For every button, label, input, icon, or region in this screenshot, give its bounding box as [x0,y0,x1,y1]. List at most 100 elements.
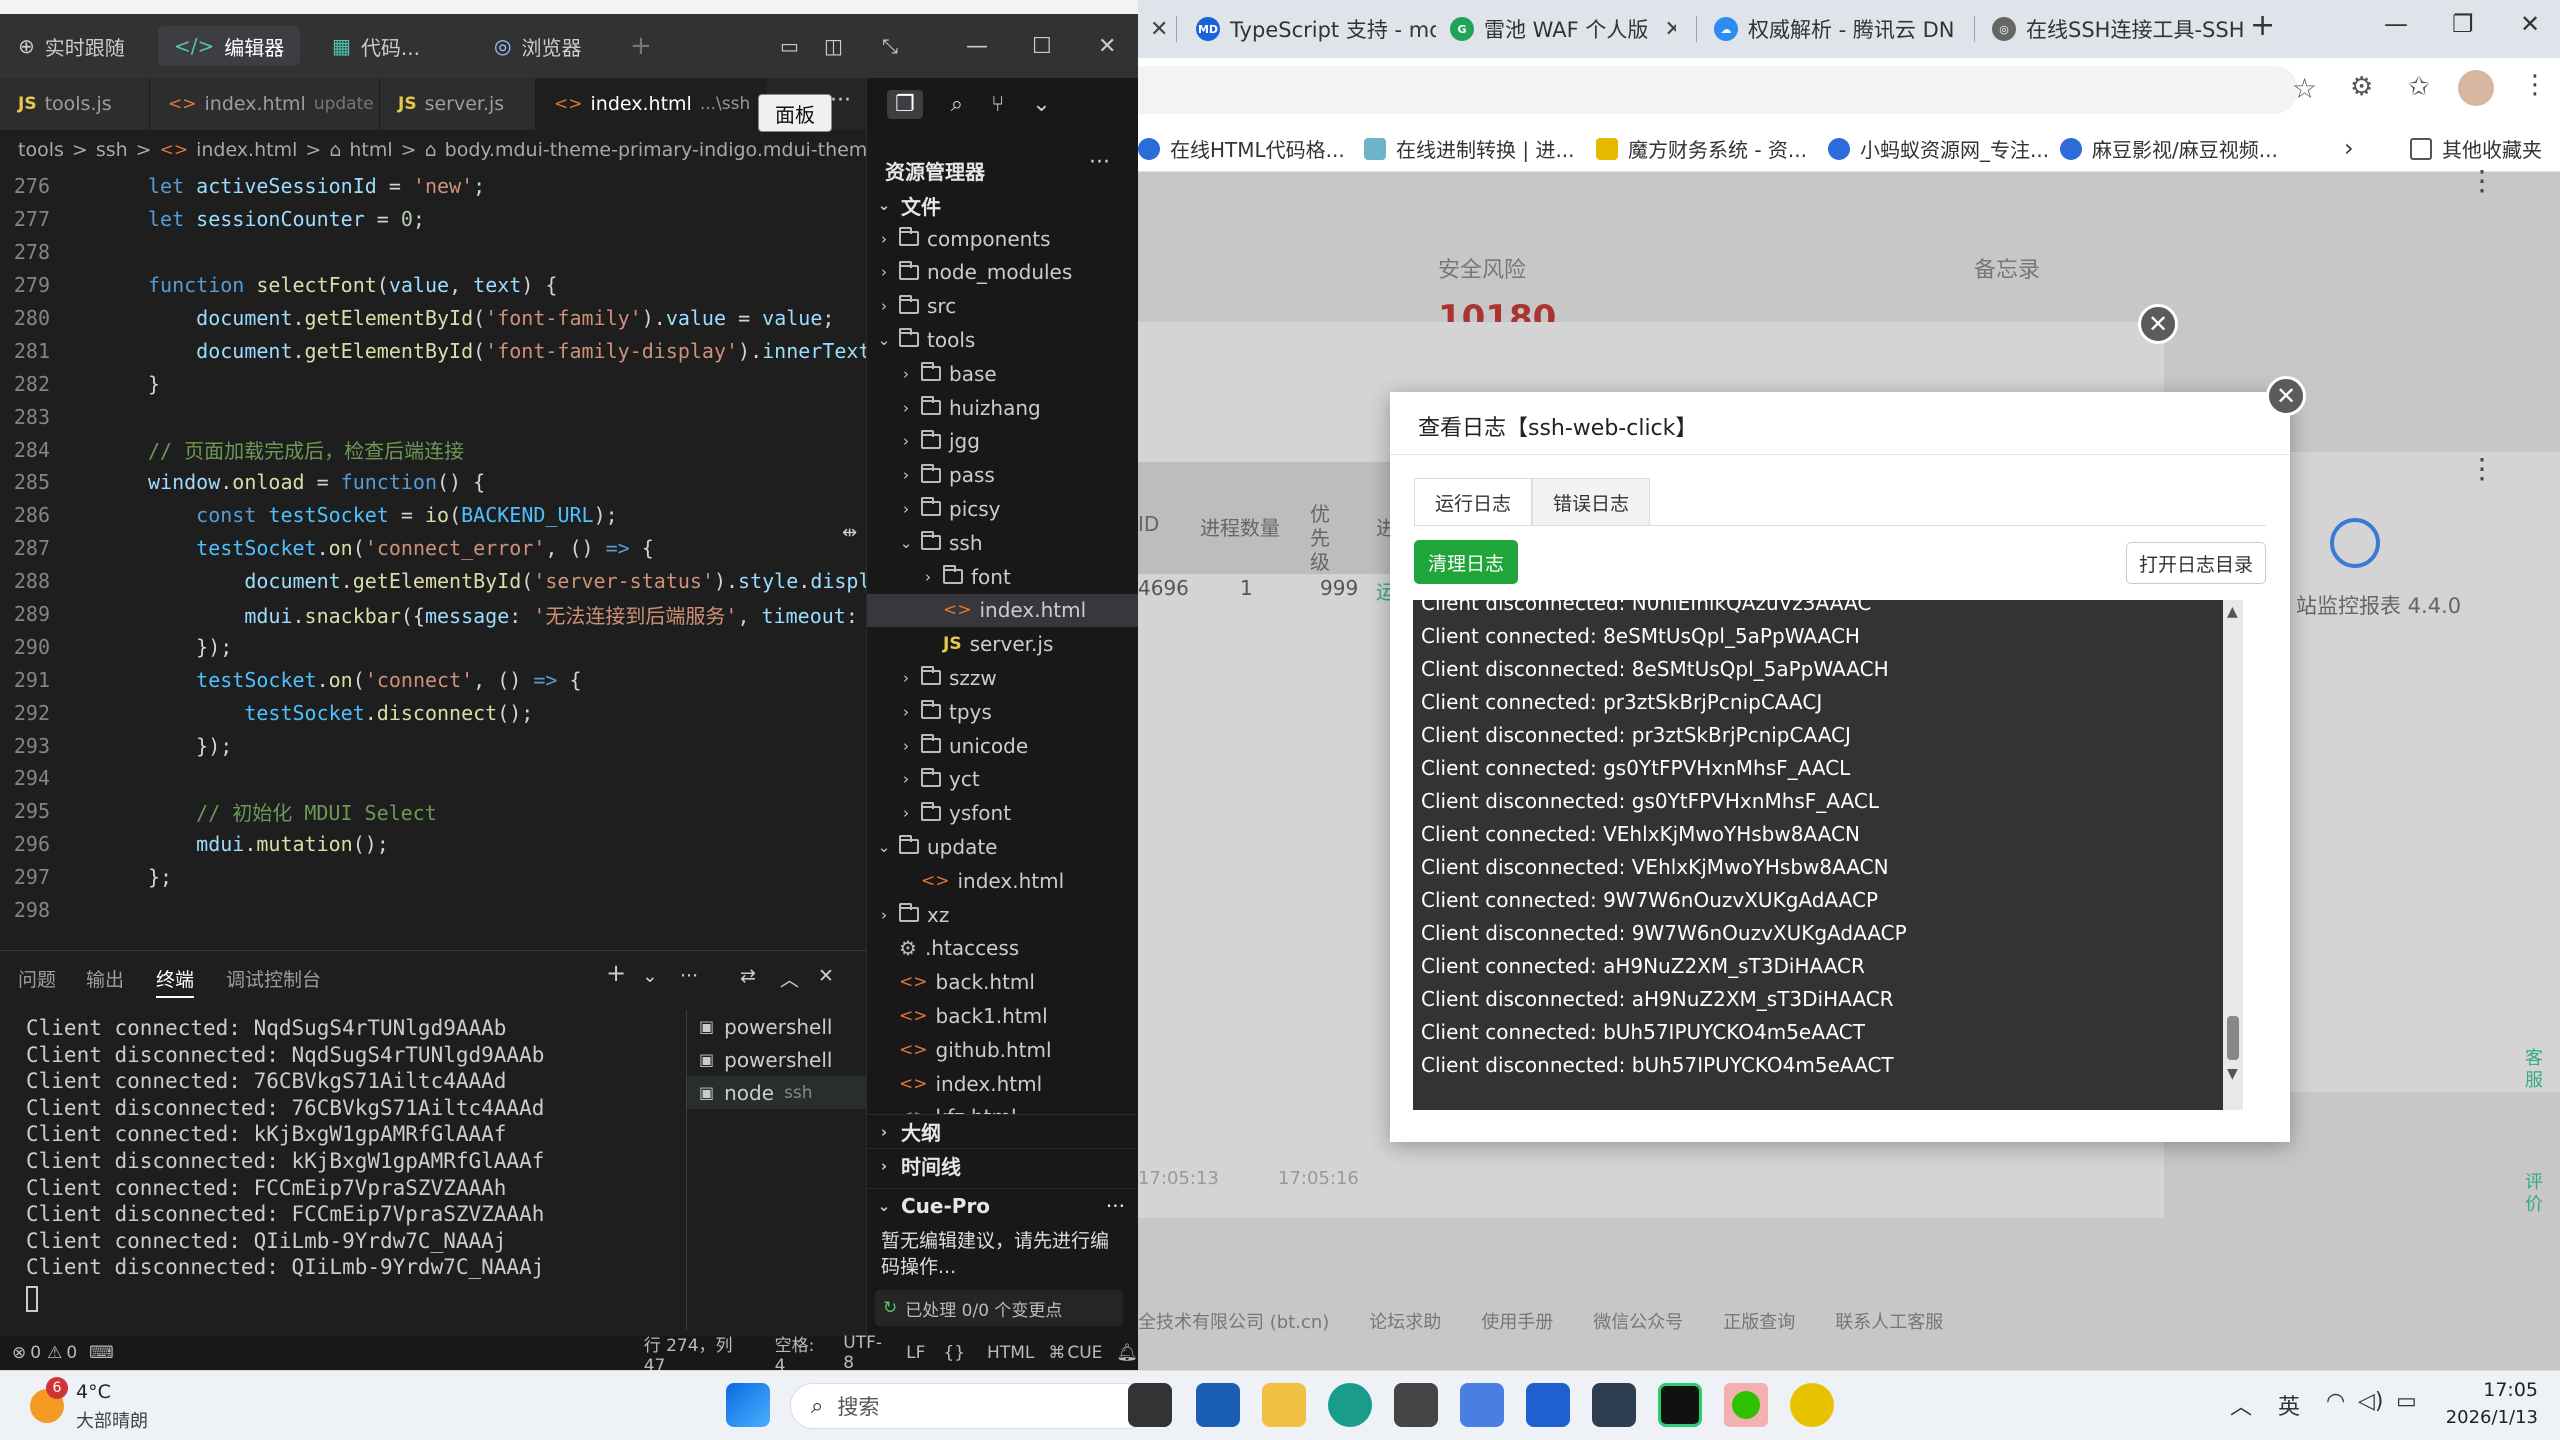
ime-indicator[interactable]: 英 [2278,1389,2300,1421]
search-icon[interactable]: ⌕ [951,92,963,117]
error-icon[interactable]: ⊗ [12,1343,26,1363]
bookmark-item[interactable]: 在线进制转换 | 进... [1364,134,1575,163]
side-rate-button[interactable]: 评价 [2522,1172,2546,1216]
folder-item[interactable]: › font [867,560,1138,593]
app-icon[interactable] [1592,1383,1636,1427]
file-explorer-icon[interactable] [1262,1383,1306,1427]
bookmark-item[interactable]: 小蚂蚁资源网_专注... [1828,134,2049,163]
language-mode[interactable]: HTML [987,1343,1034,1363]
minimize-button[interactable]: — [950,26,1004,66]
more-icon[interactable]: ··· [1089,150,1110,175]
terminal-instance[interactable]: ▣ powershell [687,1043,866,1076]
breadcrumb-item[interactable]: index.html [196,139,297,161]
weather-desc[interactable]: 大部晴朗 [76,1407,148,1433]
folder-item[interactable]: › components [867,222,1138,255]
bookmark-item[interactable]: 麻豆影视/麻豆视频... [2060,134,2278,163]
code-button[interactable]: ▦ 代码... [316,26,436,66]
sidebar-toggle-icon[interactable]: ◫ [818,26,849,66]
folder-item[interactable]: ⌄ tools [867,323,1138,356]
terminal-instance[interactable]: ▣ node ssh [687,1076,866,1109]
chevron-down-icon[interactable]: ⌄ [1032,92,1050,117]
timeline-section-header[interactable]: › 时间线 [867,1148,1138,1182]
terminal-instance[interactable]: ▣ powershell [687,1010,866,1043]
scroll-thumb[interactable] [2227,1016,2239,1060]
tab-run-log[interactable]: 运行日志 [1414,478,1532,526]
footer-link[interactable]: 微信公众号 [1593,1308,1683,1334]
more-icon[interactable]: ⋮ [2468,452,2496,485]
panel-tab-active[interactable]: 终端 [156,965,195,998]
follow-button[interactable]: ⊕ 实时跟随 [2,26,141,66]
footer-link[interactable]: 论坛求助 [1369,1308,1441,1334]
close-window-button[interactable]: ✕ [2520,10,2540,38]
folder-item[interactable]: ⌄ update [867,830,1138,863]
footer-link[interactable]: 全技术有限公司 (bt.cn) [1138,1308,1329,1334]
clear-log-button[interactable]: 清理日志 [1414,540,1518,584]
star-icon[interactable]: ☆ [2292,72,2317,105]
collapse-icon[interactable]: ⤡ [876,26,904,66]
bookmark-item[interactable]: 在线HTML代码格... [1138,134,1345,163]
panel-tab[interactable]: 输出 [86,965,124,992]
avatar[interactable] [2458,70,2494,106]
close-icon[interactable]: ✕ [1144,17,1168,42]
windows-start-icon[interactable] [726,1383,770,1427]
browser-tab[interactable]: ◎ 在线SSH连接工具-SSH ✕ [1978,6,2244,52]
folder-item[interactable]: › src [867,290,1138,323]
folder-item[interactable]: ⌄ ssh [867,526,1138,559]
chevron-up-icon[interactable]: ︿ [780,965,799,992]
folder-item[interactable]: › base [867,357,1138,390]
close-icon[interactable]: ✕ [2266,376,2306,416]
panel-toggle-icon[interactable]: ▭ [774,26,805,66]
app-icon[interactable] [1526,1383,1570,1427]
file-item[interactable]: JS server.js [867,628,1138,661]
terminal-output[interactable]: Client connected: NqdSugS4rTUNlgd9AAAb Cl… [26,1016,676,1282]
folder-item[interactable]: › tpys [867,695,1138,728]
file-item[interactable]: ⚙ .htaccess [867,932,1138,965]
file-item[interactable]: <> github.html [867,1033,1138,1066]
encoding[interactable]: UTF-8 [843,1333,888,1370]
close-window-button[interactable]: ✕ [1082,26,1132,66]
keyboard-icon[interactable]: ⌨ [89,1343,114,1363]
more-icon[interactable]: ··· [830,88,851,113]
footer-link[interactable]: 联系人工客服 [1835,1308,1943,1334]
search-box[interactable]: ⌕ 搜索 [790,1383,1150,1429]
file-item[interactable]: <> index.html [867,593,1138,627]
eol[interactable]: LF [906,1343,925,1363]
editor-tab[interactable]: JS tools.js [0,78,150,130]
weather-temp[interactable]: 4°C [76,1381,111,1403]
clock-time[interactable]: 17:05 [2444,1379,2538,1401]
browser-button[interactable]: ◎ 浏览器 [478,26,597,66]
extensions-icon[interactable]: ⚙ [2350,72,2373,102]
breadcrumb-item[interactable]: html [349,139,392,161]
chevron-down-icon[interactable]: ⌄ [642,965,658,987]
outline-section-header[interactable]: › 大纲 [867,1114,1138,1148]
folder-item[interactable]: › xz [867,898,1138,931]
chevron-up-icon[interactable]: ︿ [2230,1389,2252,1421]
maximize-button[interactable]: ☐ [1016,26,1068,66]
files-icon[interactable]: ❐ [887,89,923,119]
file-item[interactable]: <> kfz.html [867,1101,1138,1114]
clock-date[interactable]: 2026/1/13 [2424,1407,2538,1428]
files-section-header[interactable]: ⌄ 文件 [867,188,1138,222]
folder-item[interactable]: › node_modules [867,256,1138,289]
browser-tab[interactable]: ☁ 权威解析 - 腾讯云 DN ✕ [1700,6,1958,52]
edge-icon[interactable] [1328,1383,1372,1427]
app-icon[interactable] [1460,1383,1504,1427]
log-scrollbar[interactable]: ▲ ▼ [2223,600,2243,1110]
close-icon[interactable]: ✕ [2138,304,2178,344]
more-menu-icon[interactable]: ⋮ [2522,70,2548,100]
log-content[interactable]: Client disconnected: N0hiEIhlkQAzuVz3AAA… [1413,600,2243,1110]
editor-tab[interactable]: <> index.html update [150,78,380,130]
panel-tab[interactable]: 调试控制台 [226,965,321,992]
folder-item[interactable]: › ysfont [867,797,1138,830]
favorites-icon[interactable]: ✩ [2408,72,2430,102]
terminal-app-icon[interactable] [1658,1383,1702,1427]
chevron-right-icon[interactable]: › [2344,134,2354,162]
minimize-button[interactable]: — [2384,10,2408,38]
browser-tab[interactable]: G 雷池 WAF 个人版 ✕ [1436,6,1676,52]
folder-item[interactable]: › szzw [867,661,1138,694]
close-icon[interactable]: ✕ [818,965,834,987]
warning-count[interactable]: 0 [66,1343,77,1363]
breadcrumb-item[interactable]: tools [18,139,64,161]
tab-error-log[interactable]: 错误日志 [1532,478,1650,526]
breadcrumb-item[interactable]: body.mdui-theme-primary-indigo.mdui-them… [445,139,866,161]
